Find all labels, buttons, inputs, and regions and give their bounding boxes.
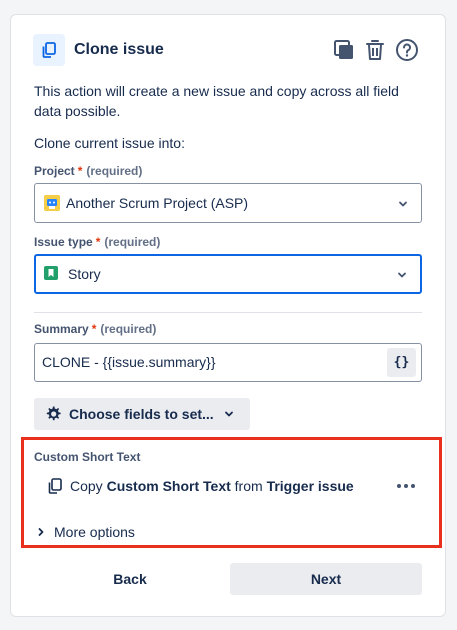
smart-value-button[interactable]: {} — [387, 348, 416, 377]
issue-type-label: Issue type * (required) — [34, 234, 160, 250]
summary-input[interactable]: CLONE - {{issue.summary}} {} — [34, 343, 422, 382]
trash-icon[interactable] — [363, 38, 387, 62]
project-select[interactable]: Another Scrum Project (ASP) — [34, 183, 422, 223]
required-mark: * — [77, 164, 83, 178]
summary-label: Summary * (required) — [34, 321, 156, 337]
more-options-toggle[interactable]: More options — [36, 524, 135, 540]
next-button[interactable]: Next — [230, 563, 422, 595]
copy-icon — [46, 477, 64, 495]
chevron-down-icon — [397, 197, 409, 213]
required-note: (required) — [86, 164, 143, 178]
help-icon[interactable] — [395, 38, 419, 62]
issue-type-value: Story — [68, 266, 101, 282]
summary-value: CLONE - {{issue.summary}} — [42, 354, 216, 370]
story-icon — [44, 266, 60, 282]
more-actions-icon[interactable] — [393, 474, 419, 498]
duplicate-icon[interactable] — [332, 38, 356, 62]
choose-fields-label: Choose fields to set... — [69, 406, 214, 422]
back-button[interactable]: Back — [34, 563, 226, 595]
gear-icon — [44, 405, 62, 423]
required-note: (required) — [100, 322, 157, 336]
copy-source: Trigger issue — [266, 478, 354, 494]
issue-type-select[interactable]: Story — [34, 254, 422, 294]
required-mark: * — [95, 235, 101, 249]
copy-from: from — [234, 478, 263, 494]
required-note: (required) — [104, 235, 161, 249]
choose-fields-button[interactable]: Choose fields to set... — [34, 398, 250, 430]
more-options-label: More options — [54, 524, 135, 540]
chevron-right-icon — [36, 527, 46, 537]
action-description: This action will create a new issue and … — [34, 83, 399, 119]
copy-field-row: Copy Custom Short Text from Trigger issu… — [46, 476, 354, 496]
project-value: Another Scrum Project (ASP) — [66, 195, 249, 211]
panel-title: Clone issue — [74, 41, 164, 58]
summary-label-text: Summary — [34, 322, 89, 336]
chevron-down-icon — [396, 268, 408, 284]
section-divider — [34, 312, 422, 313]
project-label-text: Project — [34, 164, 75, 178]
copy-icon — [33, 34, 65, 66]
project-avatar-icon — [44, 195, 60, 211]
required-mark: * — [91, 322, 97, 336]
copy-field-name: Custom Short Text — [106, 478, 231, 494]
copy-prefix: Copy — [70, 478, 103, 494]
custom-field-title: Custom Short Text — [34, 450, 141, 464]
issue-type-label-text: Issue type — [34, 235, 93, 249]
chevron-down-icon — [223, 408, 235, 420]
clone-into-label: Clone current issue into: — [34, 135, 185, 151]
project-label: Project * (required) — [34, 163, 142, 179]
